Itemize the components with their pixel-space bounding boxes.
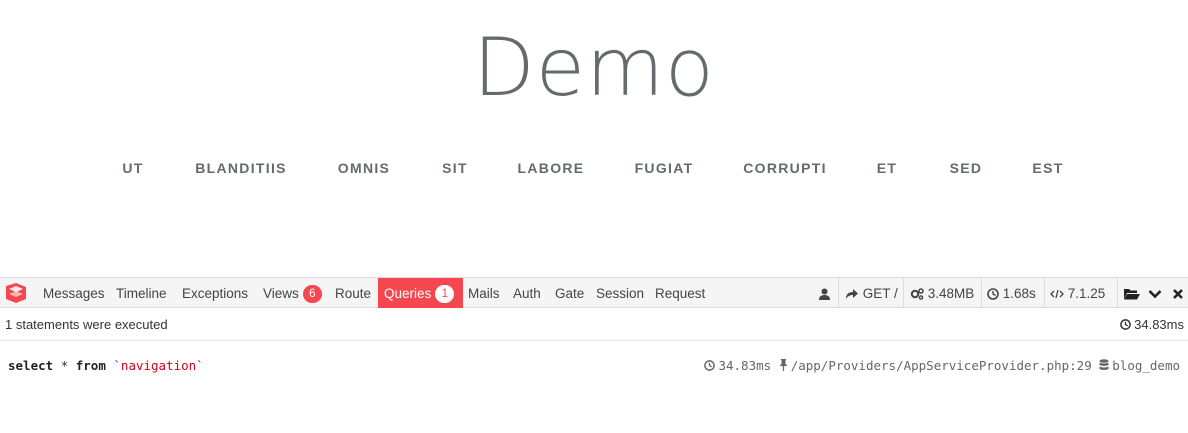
memory-label: 3.48MB	[927, 286, 975, 301]
debugbar-header: Messages Timeline Exceptions Views 6 Rout…	[0, 278, 1188, 308]
nav-link[interactable]: UT	[122, 160, 143, 176]
folder-open-icon[interactable]	[1124, 278, 1140, 308]
tab-label: Queries	[384, 286, 432, 301]
tab-session[interactable]: Session	[596, 278, 644, 308]
tab-label: Messages	[43, 286, 105, 301]
page-title: Demo	[0, 22, 1188, 114]
sql-star: *	[60, 358, 69, 373]
tab-request[interactable]: Request	[655, 278, 705, 308]
query-sql: select * from `navigation`	[8, 358, 204, 373]
tab-label: Mails	[468, 286, 500, 301]
query-duration: 34.83ms	[718, 358, 772, 373]
time-label: 1.68s	[1002, 286, 1036, 301]
nav-link[interactable]: LABORE	[518, 160, 585, 176]
queries-status-bar: 1 statements were executed 34.83ms	[0, 308, 1188, 341]
page-title-text: Demo	[473, 21, 715, 114]
thumbtack-icon	[779, 358, 791, 373]
divider	[1117, 278, 1118, 308]
time-item[interactable]: 1.68s	[987, 278, 1036, 308]
query-row[interactable]: select * from `navigation` 34.83ms /app/…	[0, 358, 1188, 378]
clock-icon	[704, 358, 718, 373]
code-icon	[1050, 286, 1064, 301]
chevron-down-icon[interactable]	[1148, 278, 1162, 308]
request-label: GET /	[862, 286, 898, 301]
user-icon[interactable]	[819, 278, 830, 308]
php-version-item[interactable]: 7.1.25	[1050, 278, 1105, 308]
share-icon	[845, 286, 859, 301]
memory-item[interactable]: 3.48MB	[910, 278, 974, 308]
tab-messages[interactable]: Messages	[43, 278, 105, 308]
tab-gate[interactable]: Gate	[555, 278, 584, 308]
statements-count-text: 1 statements were executed	[5, 317, 168, 332]
total-duration: 34.83ms	[1119, 317, 1184, 332]
queries-count-badge: 1	[435, 285, 455, 303]
database-icon	[1099, 358, 1112, 373]
debugbar: Messages Timeline Exceptions Views 6 Rout…	[0, 277, 1188, 433]
tab-label: Timeline	[116, 286, 167, 301]
divider	[838, 278, 839, 308]
nav-link[interactable]: BLANDITIIS	[195, 160, 287, 176]
sql-keyword: from	[75, 358, 106, 373]
divider	[981, 278, 982, 308]
query-meta: 34.83ms /app/Providers/AppServiceProvide…	[704, 358, 1180, 373]
clock-icon	[987, 286, 999, 301]
nav-link[interactable]: CORRUPTI	[743, 160, 827, 176]
tab-label: Exceptions	[182, 286, 249, 301]
nav-link[interactable]: OMNIS	[338, 160, 390, 176]
sql-table-name: `navigation`	[113, 358, 204, 373]
views-count-badge: 6	[302, 285, 322, 303]
tab-queries[interactable]: Queries 1	[378, 278, 463, 308]
tab-exceptions[interactable]: Exceptions	[182, 278, 248, 308]
tab-auth[interactable]: Auth	[513, 278, 541, 308]
nav-link[interactable]: SIT	[442, 160, 468, 176]
request-item[interactable]: GET /	[845, 278, 898, 308]
tab-label: Request	[655, 286, 706, 301]
cogs-icon	[910, 286, 924, 301]
tab-label: Route	[335, 286, 372, 301]
tab-label: Auth	[513, 286, 541, 301]
tab-label: Views	[263, 286, 299, 301]
divider	[903, 278, 904, 308]
nav-link[interactable]: FUGIAT	[635, 160, 694, 176]
nav-link[interactable]: SED	[950, 160, 983, 176]
tab-route[interactable]: Route	[335, 278, 371, 308]
query-connection: blog_demo	[1112, 358, 1180, 373]
php-version-label: 7.1.25	[1067, 286, 1106, 301]
tab-timeline[interactable]: Timeline	[116, 278, 167, 308]
tab-mails[interactable]: Mails	[468, 278, 500, 308]
close-icon[interactable]	[1172, 278, 1184, 308]
divider	[1044, 278, 1045, 308]
tab-label: Gate	[555, 286, 585, 301]
tab-views[interactable]: Views 6	[263, 278, 322, 308]
clock-icon	[1119, 317, 1131, 332]
query-source[interactable]: /app/Providers/AppServiceProvider.php:29	[791, 358, 1092, 373]
tab-label: Session	[596, 286, 645, 301]
sql-keyword: select	[8, 358, 54, 373]
nav-links: UT BLANDITIIS OMNIS SIT LABORE FUGIAT CO…	[0, 160, 1188, 180]
laravel-logo-icon[interactable]	[5, 283, 27, 303]
nav-link[interactable]: EST	[1032, 160, 1063, 176]
total-duration-value: 34.83ms	[1134, 317, 1184, 332]
nav-link[interactable]: ET	[877, 160, 898, 176]
